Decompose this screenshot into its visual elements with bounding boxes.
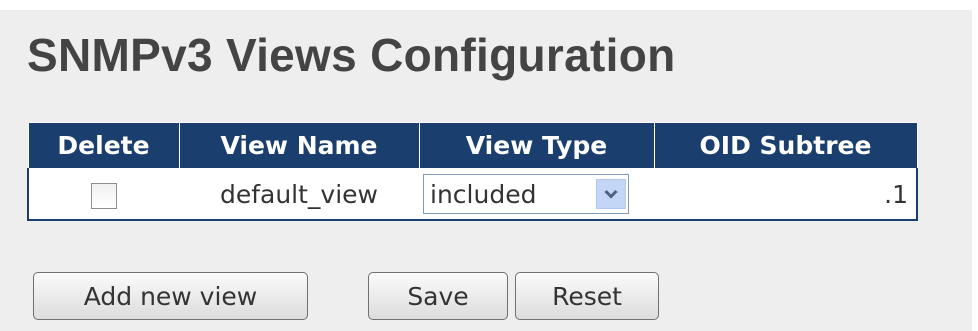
- chevron-down-glyph: [604, 189, 618, 199]
- chevron-down-icon[interactable]: [596, 179, 626, 209]
- view-name-cell: default_view: [179, 168, 419, 221]
- table-row: default_view included .1: [27, 168, 918, 221]
- column-header-delete: Delete: [27, 122, 180, 169]
- view-type-selected-value: included: [430, 179, 537, 209]
- reset-button[interactable]: Reset: [515, 272, 659, 320]
- add-new-view-button[interactable]: Add new view: [33, 272, 308, 320]
- page-panel: SNMPv3 Views Configuration Delete View N…: [0, 10, 972, 331]
- delete-checkbox[interactable]: [91, 182, 117, 209]
- delete-cell: [27, 168, 179, 221]
- column-header-view-name: View Name: [178, 122, 420, 169]
- view-type-cell: included: [419, 168, 654, 221]
- column-header-view-type: View Type: [418, 122, 655, 169]
- column-header-oid-subtree: OID Subtree: [653, 122, 918, 169]
- table-header-row: Delete View Name View Type OID Subtree: [27, 122, 918, 169]
- save-button[interactable]: Save: [368, 272, 508, 320]
- views-table: Delete View Name View Type OID Subtree d…: [27, 122, 918, 221]
- page-title: SNMPv3 Views Configuration: [27, 29, 676, 81]
- view-type-select[interactable]: included: [423, 174, 629, 214]
- oid-subtree-cell: .1: [654, 168, 918, 221]
